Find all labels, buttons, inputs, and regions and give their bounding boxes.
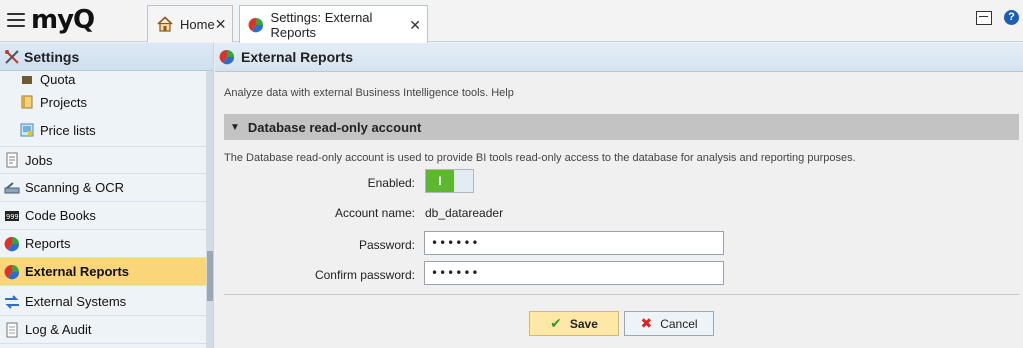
divider: [224, 294, 1019, 295]
cancel-button-label: Cancel: [660, 316, 698, 331]
sidebar-scrollbar[interactable]: [206, 71, 213, 348]
pie-chart-icon: [248, 16, 265, 34]
main-panel: External Reports Analyze data with exter…: [215, 43, 1023, 348]
home-icon: [156, 15, 174, 33]
tab-home-label: Home: [180, 16, 215, 32]
external-systems-icon: [4, 294, 20, 310]
sidebar-item-label: Code Books: [25, 208, 96, 223]
confirm-password-field[interactable]: ••••••: [424, 261, 724, 285]
save-button-label: Save: [569, 316, 598, 331]
section-header-database-account[interactable]: ▼ Database read-only account: [224, 114, 1019, 140]
tab-home[interactable]: Home ✕: [147, 5, 233, 42]
pie-chart-icon: [219, 49, 235, 65]
sidebar-item-external-systems[interactable]: External Systems: [0, 288, 206, 316]
sidebar-item-label: Log & Audit: [25, 322, 92, 337]
cancel-button[interactable]: ✖ Cancel: [624, 311, 714, 336]
top-bar: myQ Home ✕ Settings: External Reports ✕ …: [0, 0, 1023, 43]
scrollbar-thumb[interactable]: [207, 251, 213, 301]
page-description: Analyze data with external Business Inte…: [224, 87, 514, 99]
section-title: Database read-only account: [247, 119, 422, 135]
account-name-value: db_datareader: [425, 206, 504, 220]
save-button[interactable]: ✔ Save: [529, 311, 619, 336]
sidebar-item-label: Scanning & OCR: [25, 180, 124, 195]
sidebar-item-label: Projects: [40, 94, 87, 110]
sidebar-title: Settings: [24, 48, 80, 65]
confirm-password-label: Confirm password:: [314, 268, 415, 282]
pie-chart-icon: [4, 264, 20, 280]
page-header: External Reports: [215, 43, 1023, 72]
log-icon: [4, 322, 20, 338]
sidebar-item-scanning-ocr[interactable]: Scanning & OCR: [0, 174, 206, 202]
close-icon[interactable]: ✕: [215, 17, 227, 31]
sidebar-item-log-audit[interactable]: Log & Audit: [0, 316, 206, 344]
sidebar-item-label: Reports: [25, 236, 71, 251]
svg-text:999: 999: [6, 213, 19, 221]
checkmark-icon: ✔: [550, 315, 562, 331]
collapse-triangle-icon: ▼: [230, 121, 240, 133]
toggle-on-indicator: I: [426, 170, 454, 192]
password-field[interactable]: ••••••: [424, 231, 724, 255]
sidebar-item-label: Price lists: [40, 122, 96, 138]
settings-sidebar: Settings Quota Projects Price lists Jobs…: [0, 43, 214, 348]
hamburger-menu-icon[interactable]: [7, 13, 25, 27]
enabled-label: Enabled:: [367, 176, 415, 190]
myq-logo[interactable]: myQ: [31, 6, 95, 34]
page-title: External Reports: [241, 49, 354, 65]
sidebar-item-code-books[interactable]: 999 Code Books: [0, 202, 206, 230]
quota-icon: [19, 71, 35, 87]
projects-icon: [19, 94, 35, 110]
scanner-icon: [4, 180, 20, 196]
pie-chart-icon: [4, 236, 20, 252]
enabled-toggle[interactable]: I: [425, 169, 474, 193]
sidebar-item-label: External Systems: [25, 294, 127, 309]
jobs-icon: [4, 152, 20, 168]
sidebar-item-label: Quota: [40, 71, 76, 87]
sidebar-item-label: Jobs: [25, 152, 53, 168]
code-books-icon: 999: [4, 208, 20, 224]
tab-external-reports-label: Settings: External Reports: [270, 9, 373, 40]
price-list-icon: [19, 122, 35, 138]
sidebar-item-reports[interactable]: Reports: [0, 230, 206, 258]
account-name-label: Account name:: [334, 206, 415, 220]
sidebar-item-jobs[interactable]: Jobs: [0, 146, 206, 174]
settings-tools-icon: [4, 49, 20, 65]
sidebar-item-label: External Reports: [25, 264, 130, 279]
section-description: The Database read-only account is used t…: [224, 152, 856, 164]
monitor-icon[interactable]: [976, 11, 992, 25]
tab-settings-external-reports[interactable]: Settings: External Reports ✕: [239, 5, 428, 43]
x-icon: ✖: [640, 315, 653, 331]
sidebar-item-projects[interactable]: Projects: [0, 88, 206, 116]
sidebar-item-price-lists[interactable]: Price lists: [0, 116, 206, 144]
sidebar-item-external-reports[interactable]: External Reports: [0, 258, 206, 286]
help-icon[interactable]: ?: [1004, 10, 1019, 25]
close-icon[interactable]: ✕: [409, 18, 421, 32]
password-label: Password:: [358, 238, 415, 252]
